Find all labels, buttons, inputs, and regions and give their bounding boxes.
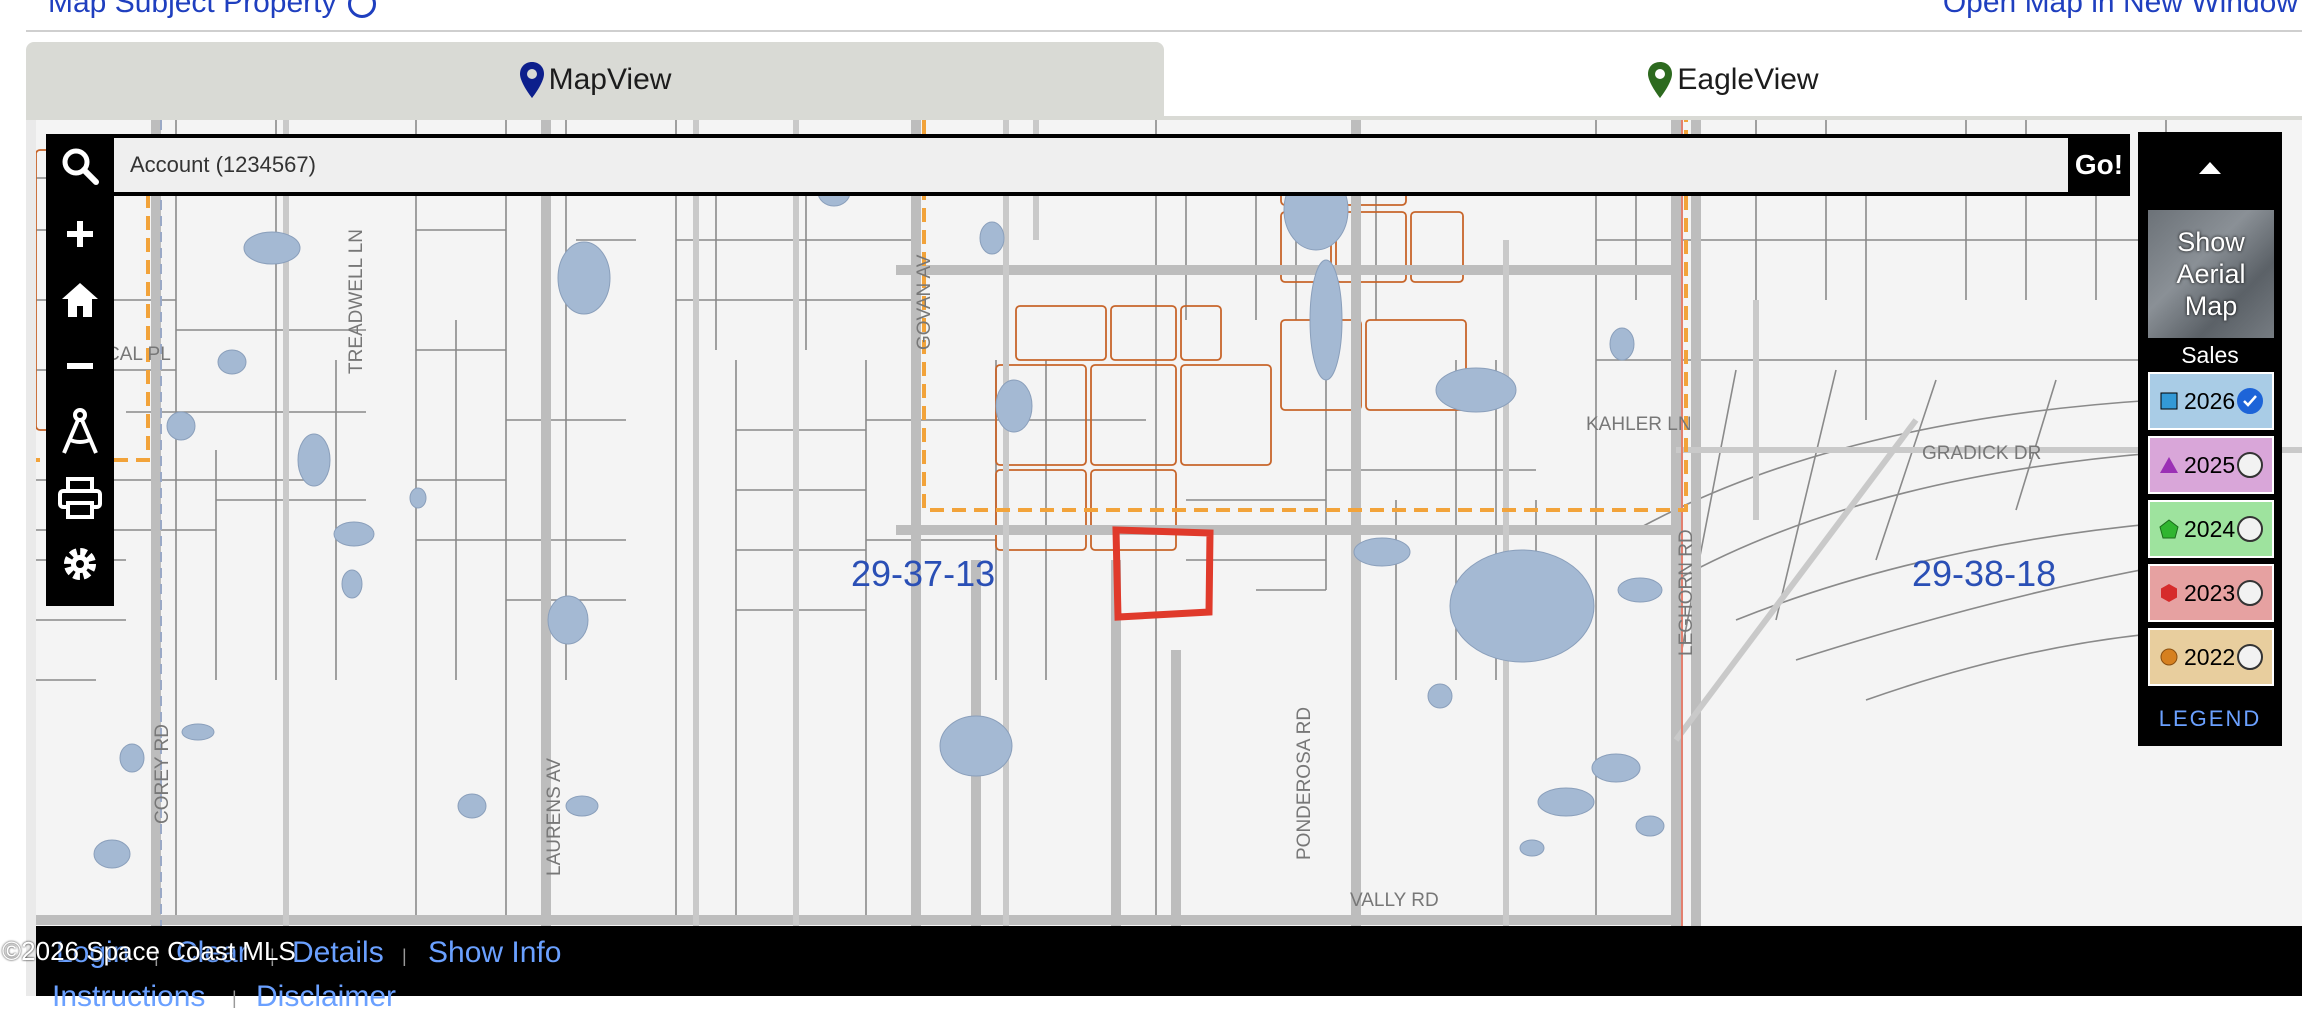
link-separator: | bbox=[232, 988, 237, 1008]
bottom-toolbar: Login | Clear | Details | Show Info Inst… bbox=[36, 926, 2302, 1013]
legend-link[interactable]: LEGEND bbox=[2138, 706, 2282, 732]
search-tool[interactable] bbox=[46, 136, 114, 196]
pentagon-icon bbox=[2158, 518, 2180, 540]
show-aerial-map-label: Show Aerial Map bbox=[2176, 227, 2246, 321]
road-label: GOVAN AV bbox=[914, 254, 935, 350]
checkbox-2023[interactable] bbox=[2237, 580, 2264, 606]
road-label: LEGHORN RD bbox=[1676, 529, 1697, 656]
gear-icon bbox=[64, 548, 96, 580]
map-subject-property-link[interactable]: Map Subject Property bbox=[48, 0, 377, 20]
print-button[interactable] bbox=[46, 468, 114, 528]
map-pin-icon bbox=[519, 62, 544, 98]
parcel-map-svg[interactable]: 29-37-13 29-38-18 TREADWELL LN CAL PL GO… bbox=[36, 120, 2302, 926]
zoom-in-button[interactable] bbox=[46, 204, 114, 264]
link-separator: | bbox=[402, 946, 407, 966]
road-label: COREY RD bbox=[152, 724, 173, 824]
sales-panel: Show Aerial Map Sales 2026 2025 2024 202… bbox=[2138, 132, 2282, 746]
sales-year-label: 2026 bbox=[2184, 387, 2236, 414]
sales-year-label: 2023 bbox=[2184, 579, 2236, 606]
sales-year-label: 2025 bbox=[2184, 451, 2236, 478]
road-label: CAL PL bbox=[106, 344, 171, 365]
selected-parcel-outline[interactable] bbox=[1112, 526, 1214, 621]
circle-icon bbox=[2158, 646, 2180, 668]
map-toolbar bbox=[46, 134, 114, 606]
show-info-link[interactable]: Show Info bbox=[428, 936, 561, 970]
checkbox-2022[interactable] bbox=[2237, 644, 2264, 670]
square-icon bbox=[2158, 390, 2180, 412]
subdivision-parcels bbox=[36, 139, 1467, 551]
sales-year-2025[interactable]: 2025 bbox=[2148, 436, 2274, 494]
instructions-link[interactable]: Instructions bbox=[52, 980, 205, 1014]
section-label: 29-37-13 bbox=[851, 553, 995, 594]
checkbox-2026[interactable] bbox=[2237, 388, 2264, 414]
water-bodies bbox=[93, 139, 1665, 869]
copyright-text: ©2026 Space Coast MLS bbox=[2, 936, 296, 966]
caret-up-icon bbox=[2199, 162, 2221, 174]
header-divider bbox=[26, 30, 2302, 32]
zoom-out-icon bbox=[67, 363, 93, 369]
checkbox-2024[interactable] bbox=[2237, 516, 2264, 542]
road-labels: TREADWELL LN CAL PL GOVAN AV KAHLER LN G… bbox=[106, 229, 2041, 911]
measure-icon bbox=[62, 408, 98, 454]
measure-button[interactable] bbox=[46, 402, 114, 462]
tab-mapview[interactable]: MapView bbox=[26, 42, 1164, 118]
search-icon bbox=[62, 148, 99, 185]
info-icon[interactable] bbox=[348, 0, 377, 19]
road-label: VALLY RD bbox=[1350, 890, 1439, 911]
print-icon bbox=[58, 477, 102, 519]
disclaimer-link[interactable]: Disclaimer bbox=[256, 980, 396, 1014]
hexagon-icon bbox=[2158, 582, 2180, 604]
map-pin-icon bbox=[1648, 62, 1673, 98]
sales-year-label: 2022 bbox=[2184, 643, 2236, 670]
sales-year-label: 2024 bbox=[2184, 515, 2236, 542]
search-input[interactable]: Account (1234567) bbox=[114, 134, 2068, 196]
details-link[interactable]: Details bbox=[292, 936, 384, 970]
map-subject-property-label: Map Subject Property bbox=[48, 0, 337, 19]
go-button[interactable]: Go! bbox=[2068, 134, 2130, 196]
settings-button[interactable] bbox=[46, 534, 114, 594]
road-label: PONDEROSA RD bbox=[1294, 707, 1315, 860]
tab-eagleview[interactable]: EagleView bbox=[1164, 42, 2302, 118]
triangle-icon bbox=[2158, 454, 2180, 476]
tab-eagleview-label: EagleView bbox=[1677, 63, 1819, 96]
road-label: TREADWELL LN bbox=[346, 229, 367, 374]
collapse-panel-button[interactable] bbox=[2138, 132, 2282, 204]
open-map-new-window-link[interactable]: Open Map in New Window bbox=[1943, 0, 2298, 20]
zoom-out-button[interactable] bbox=[46, 336, 114, 396]
home-button[interactable] bbox=[46, 270, 114, 330]
home-icon bbox=[62, 283, 98, 317]
road-label: KAHLER LN bbox=[1586, 414, 1692, 435]
road-label: LAURENS AV bbox=[544, 758, 565, 876]
sales-year-2026[interactable]: 2026 bbox=[2148, 372, 2274, 430]
sales-label: Sales bbox=[2181, 342, 2239, 368]
road-label: GRADICK DR bbox=[1922, 443, 2041, 464]
show-aerial-map-button[interactable]: Show Aerial Map bbox=[2148, 210, 2274, 338]
parcel-map[interactable]: 29-37-13 29-38-18 TREADWELL LN CAL PL GO… bbox=[36, 120, 2302, 926]
search-input-value: Account (1234567) bbox=[130, 152, 316, 177]
sales-year-2024[interactable]: 2024 bbox=[2148, 500, 2274, 558]
tab-mapview-label: MapView bbox=[548, 63, 672, 96]
checkbox-2025[interactable] bbox=[2237, 452, 2264, 478]
sales-year-2023[interactable]: 2023 bbox=[2148, 564, 2274, 622]
zoom-in-icon bbox=[67, 221, 93, 247]
sales-year-2022[interactable]: 2022 bbox=[2148, 628, 2274, 686]
section-label: 29-38-18 bbox=[1912, 553, 2056, 594]
